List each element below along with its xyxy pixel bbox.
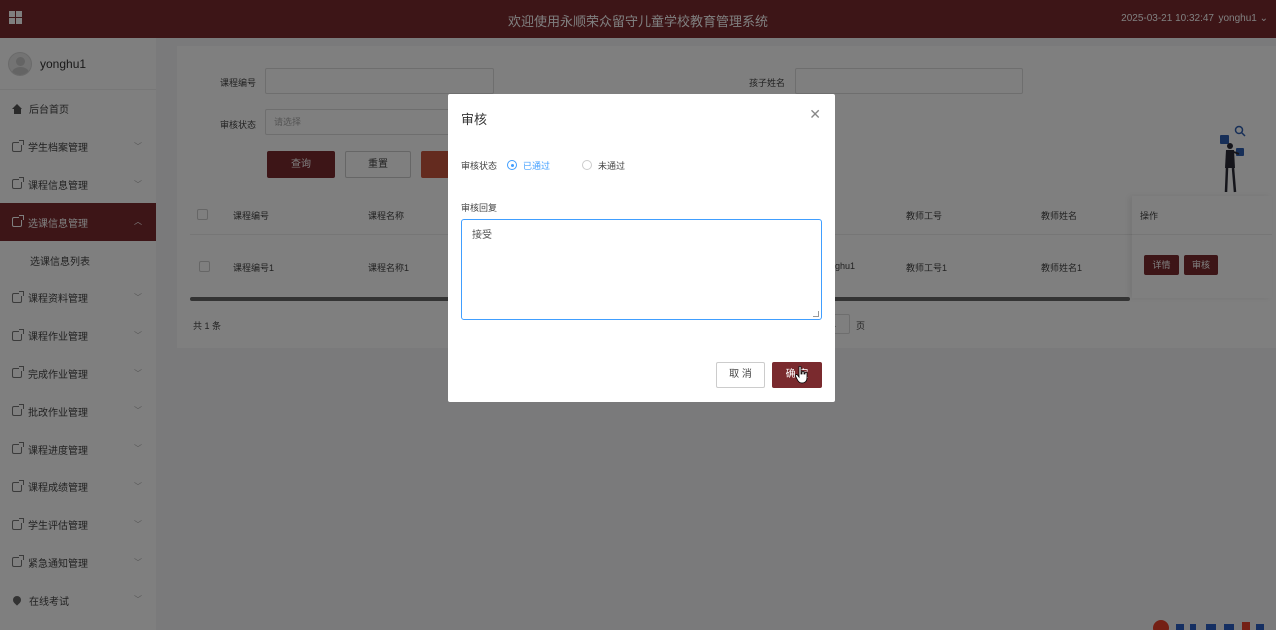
dialog-reply-label: 审核回复 [461, 203, 498, 213]
dialog-status-label: 审核状态 [461, 161, 498, 171]
radio-pass-label[interactable]: 已通过 [523, 159, 550, 172]
radio-fail[interactable] [582, 160, 592, 170]
cancel-button[interactable]: 取 消 [716, 362, 765, 388]
dialog-title: 审核 [461, 112, 488, 127]
reply-textarea[interactable]: 接受 [461, 219, 822, 320]
audit-dialog: 审核 ✕ 审核状态 已通过 未通过 审核回复 接受 取 消 确 定 [448, 94, 835, 402]
radio-fail-label[interactable]: 未通过 [598, 159, 625, 172]
radio-pass[interactable] [507, 160, 517, 170]
hand-cursor-icon [795, 366, 808, 384]
close-icon[interactable]: ✕ [809, 106, 821, 123]
